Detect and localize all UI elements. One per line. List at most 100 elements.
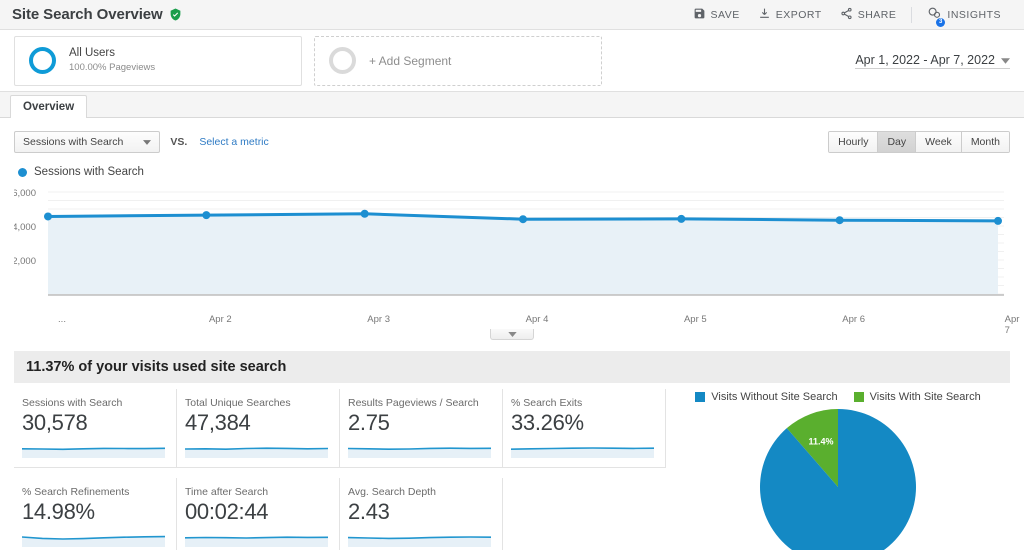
primary-metric-select[interactable]: Sessions with Search — [14, 131, 160, 153]
date-range-label: Apr 1, 2022 - Apr 7, 2022 — [855, 53, 995, 67]
chart-panel: Sessions with Search VS. Select a metric… — [0, 118, 1024, 341]
pie-legend-swatch-icon — [695, 392, 705, 402]
segment-all-users[interactable]: All Users 100.00% Pageviews — [14, 36, 302, 86]
metric-card[interactable]: Total Unique Searches47,384 — [177, 389, 340, 468]
metric-value: 00:02:44 — [185, 499, 327, 525]
metric-value: 30,578 — [22, 410, 164, 436]
pie-legend-label: Visits With Site Search — [870, 391, 981, 403]
metric-sparkline — [22, 438, 165, 458]
add-segment-label: + Add Segment — [369, 54, 451, 68]
verified-shield-icon — [169, 8, 182, 21]
data-point[interactable] — [361, 210, 369, 218]
metric-card[interactable]: Time after Search00:02:44 — [177, 478, 340, 550]
pie-legend-item-with: Visits With Site Search — [854, 391, 981, 403]
chart-legend: Sessions with Search — [18, 166, 1010, 178]
metric-card[interactable]: Avg. Search Depth2.43 — [340, 478, 503, 550]
svg-text:6,000: 6,000 — [14, 188, 36, 199]
svg-text:2,000: 2,000 — [14, 256, 36, 267]
granularity-day[interactable]: Day — [878, 132, 916, 152]
summary-banner: 11.37% of your visits used site search — [14, 351, 1010, 383]
export-button[interactable]: EXPORT — [749, 3, 831, 27]
tab-overview[interactable]: Overview — [10, 95, 87, 118]
segment-bar: All Users 100.00% Pageviews + Add Segmen… — [0, 30, 1024, 92]
share-nodes-icon — [840, 7, 853, 23]
metric-label: % Search Exits — [511, 397, 653, 409]
page-title: Site Search Overview — [12, 6, 163, 23]
chart-collapse-handle[interactable] — [490, 329, 534, 340]
x-axis-tick: Apr 3 — [367, 314, 390, 325]
chevron-down-icon — [508, 332, 517, 337]
segment-name: All Users — [69, 46, 155, 61]
pie-chart-svg[interactable]: 11.4%88.6% — [758, 407, 918, 550]
metric-label: % Search Refinements — [22, 486, 164, 498]
header-toolbar: SAVE EXPORT SHARE — [684, 2, 1011, 28]
app-header: Site Search Overview SAVE EXPORT — [0, 0, 1024, 30]
insights-button[interactable]: 3 INSIGHTS — [918, 2, 1010, 28]
segment-ring-icon — [29, 47, 56, 74]
data-point[interactable] — [44, 212, 52, 220]
add-segment-button[interactable]: + Add Segment — [314, 36, 602, 86]
metrics-grid: Sessions with Search30,578Total Unique S… — [14, 389, 666, 550]
pie-legend: Visits Without Site Search Visits With S… — [695, 391, 980, 403]
metric-card[interactable]: Results Pageviews / Search2.75 — [340, 389, 503, 468]
x-axis-tick: ... — [58, 314, 66, 325]
add-segment-ring-icon — [329, 47, 356, 74]
data-point[interactable] — [994, 217, 1002, 225]
save-disk-icon — [693, 7, 706, 23]
data-point[interactable] — [677, 215, 685, 223]
pie-slice-without-search[interactable] — [760, 409, 916, 550]
granularity-week[interactable]: Week — [916, 132, 962, 152]
data-point[interactable] — [202, 211, 210, 219]
data-point[interactable] — [519, 215, 527, 223]
x-axis-tick: Apr 6 — [842, 314, 865, 325]
metric-value: 2.75 — [348, 410, 490, 436]
pie-legend-swatch-icon — [854, 392, 864, 402]
metric-value: 33.26% — [511, 410, 653, 436]
metric-sparkline — [511, 438, 654, 458]
metric-card[interactable]: % Search Refinements14.98% — [14, 478, 177, 550]
metric-card[interactable]: Sessions with Search30,578 — [14, 389, 177, 468]
x-axis-tick: Apr 7 — [1005, 314, 1020, 336]
granularity-toggle-group: Hourly Day Week Month — [828, 131, 1010, 153]
svg-text:4,000: 4,000 — [14, 222, 36, 233]
metric-value: 14.98% — [22, 499, 164, 525]
timeseries-chart[interactable]: 2,000 4,000 6,000 — [14, 184, 1010, 310]
share-label: SHARE — [858, 9, 897, 21]
metric-sparkline — [185, 527, 328, 547]
x-axis-tick: Apr 4 — [526, 314, 549, 325]
pie-legend-item-without: Visits Without Site Search — [695, 391, 837, 403]
export-label: EXPORT — [776, 9, 822, 21]
data-point[interactable] — [836, 216, 844, 224]
metric-sparkline — [348, 527, 491, 547]
metric-label: Sessions with Search — [22, 397, 164, 409]
date-range-picker[interactable]: Apr 1, 2022 - Apr 7, 2022 — [855, 53, 1010, 69]
granularity-month[interactable]: Month — [962, 132, 1009, 152]
metric-label: Time after Search — [185, 486, 327, 498]
segment-subtitle: 100.00% Pageviews — [69, 61, 155, 75]
pie-label-with-search: 11.4% — [809, 437, 834, 447]
chevron-down-icon — [1001, 53, 1010, 67]
chevron-down-icon — [143, 136, 151, 148]
metric-sparkline — [348, 438, 491, 458]
vs-label: VS. — [170, 136, 187, 148]
legend-dot-icon — [18, 168, 27, 177]
metric-label: Avg. Search Depth — [348, 486, 490, 498]
chart-controls: Sessions with Search VS. Select a metric… — [14, 130, 1010, 154]
x-axis-tick: Apr 2 — [209, 314, 232, 325]
metric-card[interactable]: % Search Exits33.26% — [503, 389, 666, 468]
timeseries-svg: 2,000 4,000 6,000 — [14, 184, 1010, 310]
metric-sparkline — [185, 438, 328, 458]
legend-label: Sessions with Search — [34, 166, 144, 178]
toolbar-divider — [911, 7, 912, 23]
granularity-hourly[interactable]: Hourly — [829, 132, 878, 152]
share-button[interactable]: SHARE — [831, 3, 906, 27]
insights-label: INSIGHTS — [947, 9, 1001, 21]
download-export-icon — [758, 7, 771, 23]
pie-legend-label: Visits Without Site Search — [711, 391, 837, 403]
metric-label: Total Unique Searches — [185, 397, 327, 409]
metric-value: 47,384 — [185, 410, 327, 436]
select-metric-link[interactable]: Select a metric — [199, 136, 268, 148]
metric-label: Results Pageviews / Search — [348, 397, 490, 409]
tab-strip: Overview — [0, 92, 1024, 118]
save-button[interactable]: SAVE — [684, 3, 749, 27]
